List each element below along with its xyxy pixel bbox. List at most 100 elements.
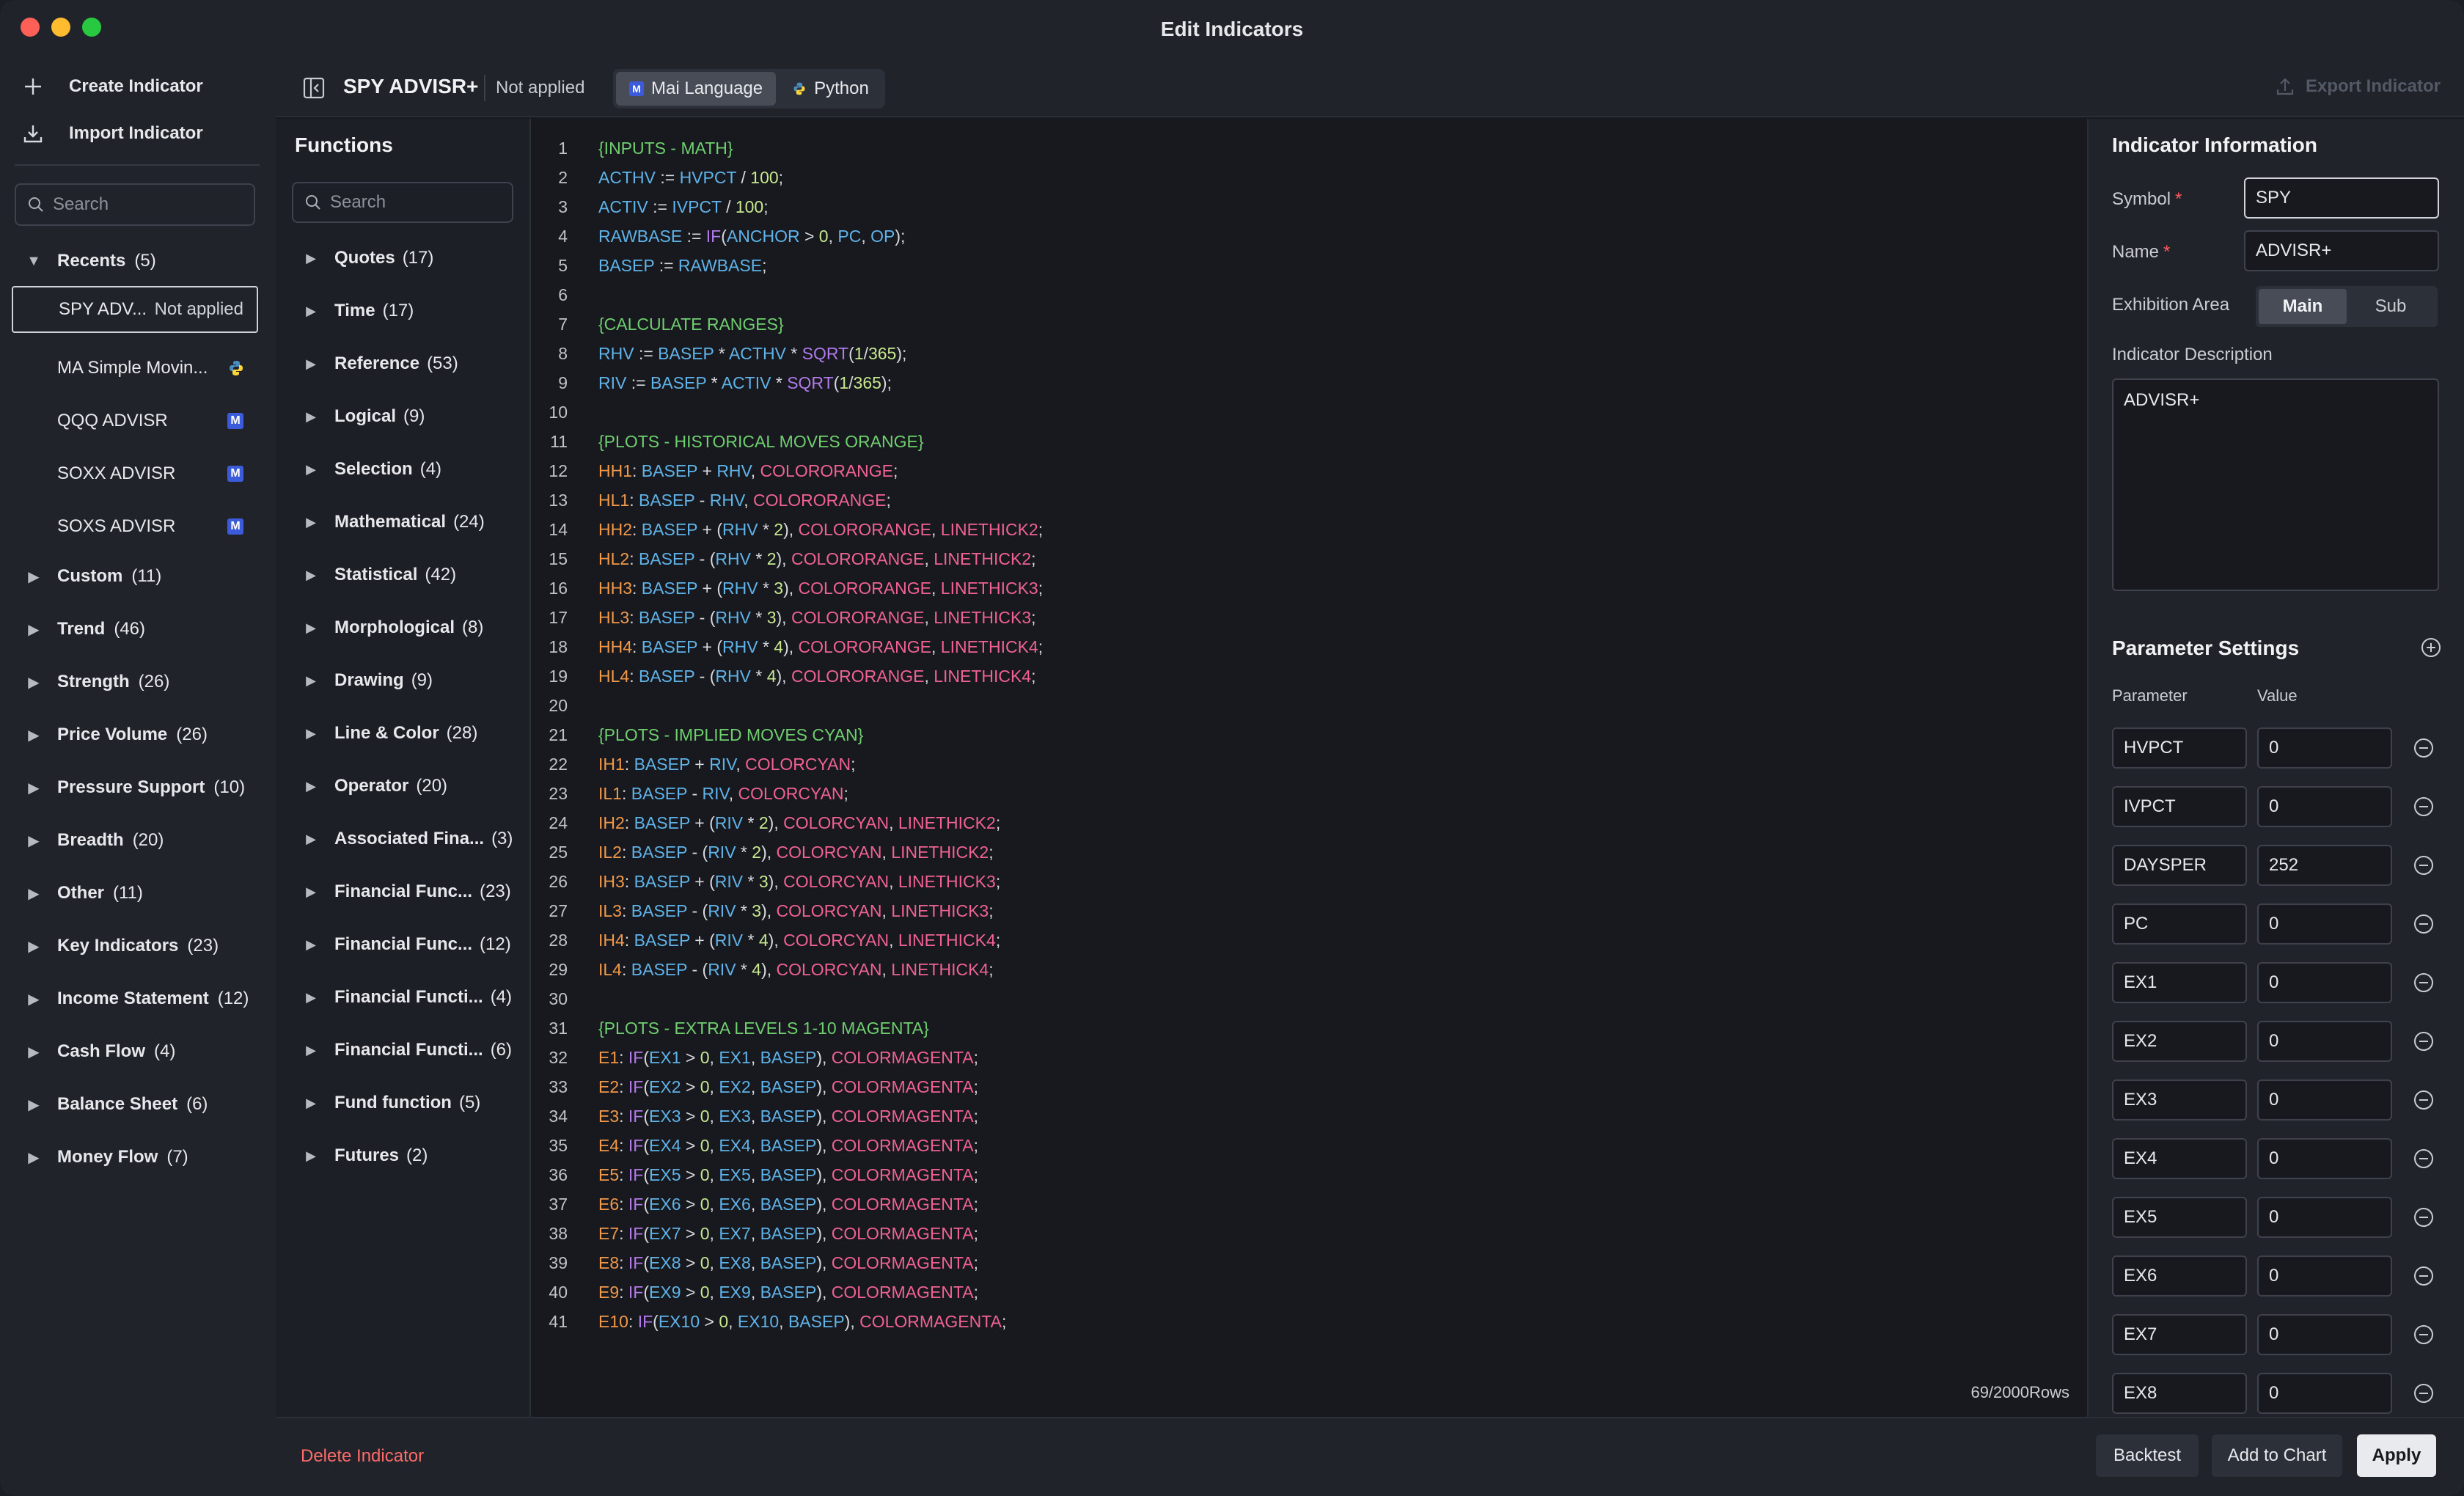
function-category[interactable]: ▶ Statistical (42) (276, 553, 529, 597)
remove-parameter-icon[interactable] (2413, 1030, 2435, 1052)
function-category[interactable]: ▶ Quotes (17) (276, 236, 529, 280)
code-line[interactable]: 22 IH1: BASEP + RIV, COLORCYAN; (532, 749, 855, 779)
function-category[interactable]: ▶ Logical (9) (276, 395, 529, 439)
tab-python[interactable]: Python (779, 72, 882, 106)
backtest-button[interactable]: Backtest (2096, 1434, 2199, 1477)
code-line[interactable]: 8 RHV := BASEP * ACTHV * SQRT(1/365); (532, 339, 906, 368)
function-category[interactable]: ▶ Reference (53) (276, 342, 529, 386)
code-line[interactable]: 37 E6: IF(EX6 > 0, EX6, BASEP), COLORMAGE… (532, 1189, 978, 1219)
recent-item-soxx-advisr[interactable]: SOXX ADVISR M (12, 450, 258, 497)
parameter-name-input[interactable] (2112, 1138, 2247, 1179)
code-line[interactable]: 35 E4: IF(EX4 > 0, EX4, BASEP), COLORMAGE… (532, 1131, 978, 1160)
apply-button[interactable]: Apply (2357, 1434, 2436, 1477)
sidebar-group-money-flow[interactable]: ▶ Money Flow (7) (0, 1135, 276, 1179)
function-category[interactable]: ▶ Operator (20) (276, 764, 529, 808)
delete-indicator-button[interactable]: Delete Indicator (301, 1446, 424, 1467)
function-category[interactable]: ▶ Drawing (9) (276, 659, 529, 703)
close-window-button[interactable] (21, 18, 40, 37)
sidebar-group-recents[interactable]: ▼ Recents (5) (0, 239, 276, 283)
parameter-value-input[interactable] (2257, 1079, 2392, 1121)
sidebar-group-key-indicators[interactable]: ▶ Key Indicators (23) (0, 924, 276, 968)
code-line[interactable]: 7 {CALCULATE RANGES} (532, 309, 783, 339)
remove-parameter-icon[interactable] (2413, 796, 2435, 818)
export-indicator-button[interactable]: Export Indicator (2275, 76, 2441, 97)
recent-item-ma-simple[interactable]: MA Simple Movin... (12, 345, 258, 392)
remove-parameter-icon[interactable] (2413, 913, 2435, 935)
code-line[interactable]: 1 {INPUTS - MATH} (532, 133, 733, 163)
function-category[interactable]: ▶ Financial Functi... (6) (276, 1028, 529, 1072)
parameter-name-input[interactable] (2112, 1197, 2247, 1238)
code-line[interactable]: 10 (532, 397, 598, 427)
sidebar-group-custom[interactable]: ▶ Custom (11) (0, 554, 276, 598)
sidebar-group-pressure-support[interactable]: ▶ Pressure Support (10) (0, 766, 276, 810)
parameter-value-input[interactable] (2257, 1197, 2392, 1238)
code-line[interactable]: 28 IH4: BASEP + (RIV * 4), COLORCYAN, LIN… (532, 925, 1000, 955)
parameter-value-input[interactable] (2257, 1021, 2392, 1062)
code-line[interactable]: 32 E1: IF(EX1 > 0, EX1, BASEP), COLORMAGE… (532, 1043, 978, 1072)
parameter-value-input[interactable] (2257, 1314, 2392, 1355)
function-category[interactable]: ▶ Fund function (5) (276, 1081, 529, 1125)
parameter-value-input[interactable] (2257, 1138, 2392, 1179)
code-line[interactable]: 17 HL3: BASEP - (RHV * 3), COLORORANGE, L… (532, 603, 1035, 632)
exhibition-sub-option[interactable]: Sub (2347, 289, 2435, 324)
recent-item-qqq-advisr[interactable]: QQQ ADVISR M (12, 397, 258, 444)
code-line[interactable]: 14 HH2: BASEP + (RHV * 2), COLORORANGE, L… (532, 515, 1043, 544)
sidebar-group-price-volume[interactable]: ▶ Price Volume (26) (0, 713, 276, 757)
code-line[interactable]: 5 BASEP := RAWBASE; (532, 251, 766, 280)
code-line[interactable]: 16 HH3: BASEP + (RHV * 3), COLORORANGE, L… (532, 573, 1043, 603)
remove-parameter-icon[interactable] (2413, 1148, 2435, 1170)
sidebar-group-trend[interactable]: ▶ Trend (46) (0, 607, 276, 651)
code-line[interactable]: 3 ACTIV := IVPCT / 100; (532, 192, 768, 221)
remove-parameter-icon[interactable] (2413, 1382, 2435, 1404)
collapse-panel-icon[interactable] (302, 76, 326, 100)
sidebar-search[interactable] (15, 183, 255, 226)
parameter-value-input[interactable] (2257, 727, 2392, 769)
code-line[interactable]: 13 HL1: BASEP - RHV, COLORORANGE; (532, 485, 890, 515)
parameter-name-input[interactable] (2112, 903, 2247, 945)
sidebar-group-other[interactable]: ▶ Other (11) (0, 871, 276, 915)
parameter-name-input[interactable] (2112, 845, 2247, 886)
code-line[interactable]: 20 (532, 691, 598, 720)
parameter-name-input[interactable] (2112, 727, 2247, 769)
parameter-name-input[interactable] (2112, 1255, 2247, 1297)
function-category[interactable]: ▶ Line & Color (28) (276, 711, 529, 755)
code-line[interactable]: 15 HL2: BASEP - (RHV * 2), COLORORANGE, L… (532, 544, 1035, 573)
sidebar-search-input[interactable] (53, 194, 243, 215)
functions-search[interactable] (292, 182, 513, 223)
function-category[interactable]: ▶ Associated Fina... (3) (276, 817, 529, 861)
code-line[interactable]: 19 HL4: BASEP - (RHV * 4), COLORORANGE, L… (532, 661, 1035, 691)
add-to-chart-button[interactable]: Add to Chart (2212, 1434, 2342, 1477)
remove-parameter-icon[interactable] (2413, 1324, 2435, 1346)
parameter-value-input[interactable] (2257, 1255, 2392, 1297)
recent-item-spy-advisr[interactable]: SPY ADV... Not applied (12, 286, 258, 333)
remove-parameter-icon[interactable] (2413, 854, 2435, 876)
code-editor[interactable]: 1 {INPUTS - MATH} 2 ACTHV := HVPCT / 100; 3 A… (532, 119, 2087, 1417)
zoom-window-button[interactable] (82, 18, 101, 37)
function-category[interactable]: ▶ Financial Func... (12) (276, 923, 529, 967)
functions-search-input[interactable] (330, 192, 499, 213)
remove-parameter-icon[interactable] (2413, 1089, 2435, 1111)
remove-parameter-icon[interactable] (2413, 1265, 2435, 1287)
parameter-name-input[interactable] (2112, 1021, 2247, 1062)
function-category[interactable]: ▶ Financial Func... (23) (276, 870, 529, 914)
minimize-window-button[interactable] (51, 18, 70, 37)
parameter-name-input[interactable] (2112, 962, 2247, 1003)
code-line[interactable]: 24 IH2: BASEP + (RIV * 2), COLORCYAN, LIN… (532, 808, 1000, 837)
parameter-value-input[interactable] (2257, 1373, 2392, 1414)
sidebar-group-breadth[interactable]: ▶ Breadth (20) (0, 818, 276, 862)
function-category[interactable]: ▶ Selection (4) (276, 447, 529, 491)
sidebar-group-strength[interactable]: ▶ Strength (26) (0, 660, 276, 704)
parameter-name-input[interactable] (2112, 1314, 2247, 1355)
function-category[interactable]: ▶ Morphological (8) (276, 606, 529, 650)
sidebar-group-balance-sheet[interactable]: ▶ Balance Sheet (6) (0, 1082, 276, 1126)
import-indicator-button[interactable]: Import Indicator (22, 117, 203, 150)
function-category[interactable]: ▶ Financial Functi... (4) (276, 975, 529, 1019)
code-line[interactable]: 33 E2: IF(EX2 > 0, EX2, BASEP), COLORMAGE… (532, 1072, 978, 1101)
parameter-name-input[interactable] (2112, 1079, 2247, 1121)
code-line[interactable]: 11 {PLOTS - HISTORICAL MOVES ORANGE} (532, 427, 923, 456)
sidebar-group-cash-flow[interactable]: ▶ Cash Flow (4) (0, 1030, 276, 1074)
code-line[interactable]: 26 IH3: BASEP + (RIV * 3), COLORCYAN, LIN… (532, 867, 1000, 896)
recent-item-soxs-advisr[interactable]: SOXS ADVISR M (12, 503, 258, 550)
code-line[interactable]: 38 E7: IF(EX7 > 0, EX7, BASEP), COLORMAGE… (532, 1219, 978, 1248)
code-line[interactable]: 31 {PLOTS - EXTRA LEVELS 1-10 MAGENTA} (532, 1013, 928, 1043)
